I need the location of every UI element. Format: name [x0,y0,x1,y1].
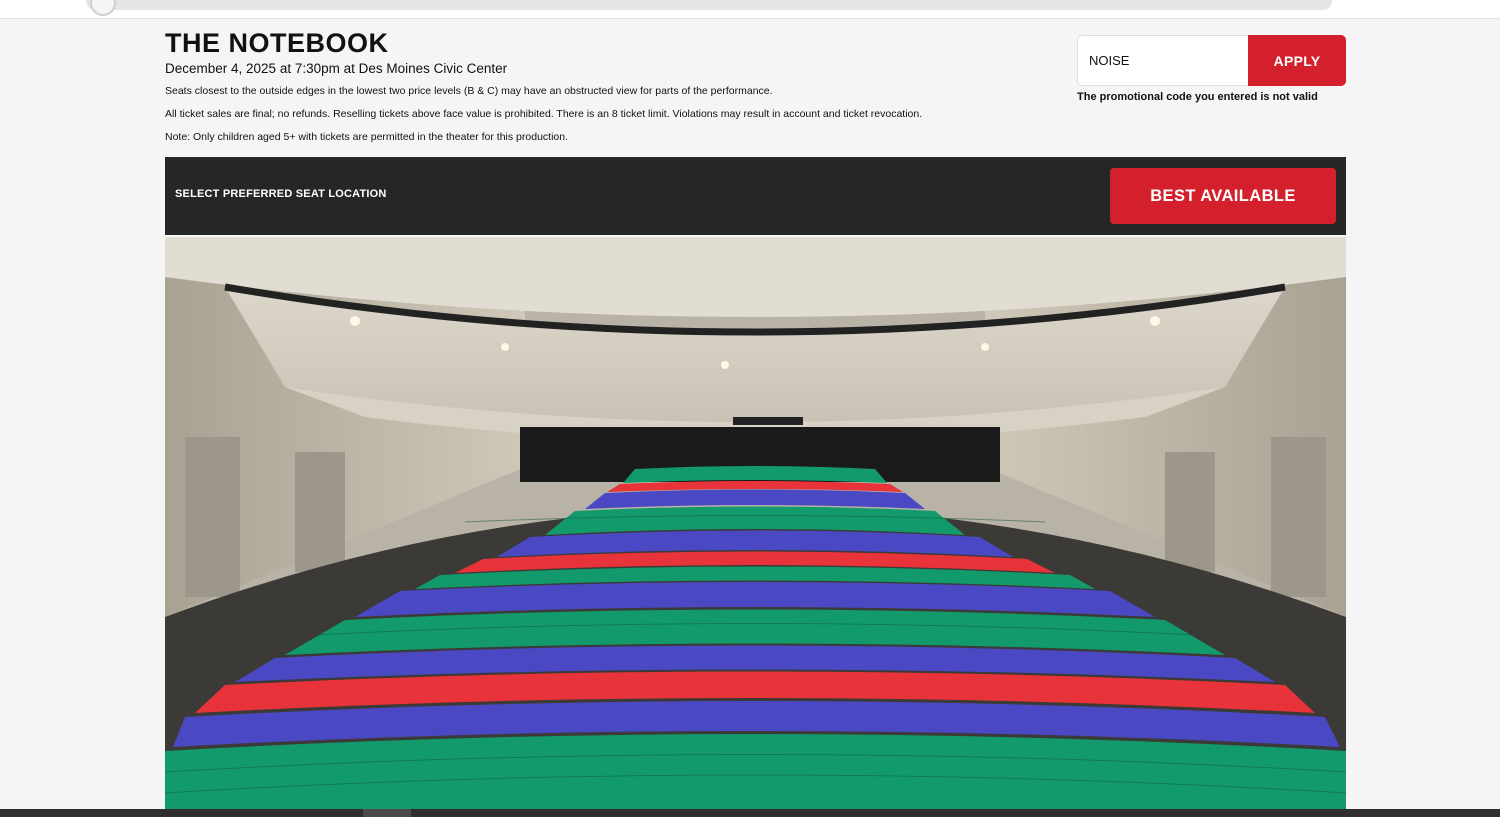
address-bar[interactable] [86,0,1332,10]
notice-ticket-policy: All ticket sales are final; no refunds. … [165,108,923,120]
seat-selection-bar: SELECT PREFERRED SEAT LOCATION BEST AVAI… [165,157,1346,235]
notice-children: Note: Only children aged 5+ with tickets… [165,131,569,143]
browser-top-strip [0,0,1500,19]
promo-code-form: APPLY [1077,35,1346,86]
best-available-button[interactable]: BEST AVAILABLE [1110,168,1336,224]
event-date: December 4, 2025 at 7:30pm at Des Moines… [165,61,508,76]
taskbar [0,809,1500,817]
notice-obstructed-view: Seats closest to the outside edges in th… [165,85,773,97]
promo-code-input[interactable] [1078,36,1248,85]
browser-icon [90,0,116,16]
event-title: THE NOTEBOOK [165,28,389,58]
promo-error-message: The promotional code you entered is not … [1077,91,1318,103]
taskbar-item[interactable] [363,809,411,817]
seat-location-label: SELECT PREFERRED SEAT LOCATION [175,188,387,200]
apply-button[interactable]: APPLY [1248,35,1346,86]
auditorium-image [165,237,1346,810]
venue-seating-photo[interactable] [165,237,1346,810]
